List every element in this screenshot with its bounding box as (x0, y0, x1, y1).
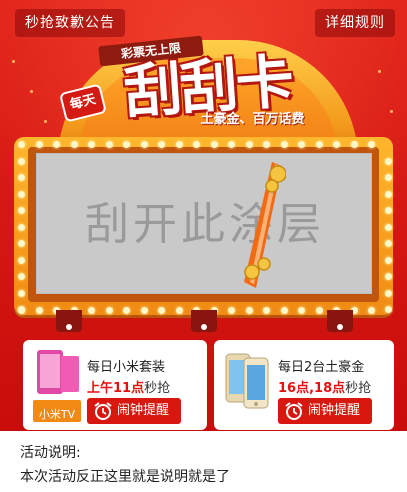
marquee-bulb (385, 157, 392, 165)
description-title: 活动说明: (20, 445, 81, 461)
marquee-bulb (280, 307, 288, 314)
marquee-bulb (18, 256, 25, 264)
xiaomi-tv-label: 小米TV (38, 408, 76, 421)
sparkle (12, 60, 15, 63)
iphone-product-image (225, 353, 269, 409)
marquee-bulb (245, 141, 253, 148)
marquee-bulb (18, 207, 25, 214)
marquee-bulb (385, 207, 392, 214)
marquee-bulb (35, 307, 43, 314)
prize-time: 上午11点秒抢 (87, 377, 170, 396)
prize-time-suffix: 秒抢 (144, 381, 171, 396)
marquee-bulb (105, 307, 113, 314)
marquee-bulb (175, 307, 183, 314)
marquee-bulb (175, 141, 183, 148)
marquee-bulb (280, 141, 288, 148)
marquee-bulb (298, 307, 305, 314)
sparkle (378, 70, 381, 73)
frame-ribbon (327, 310, 353, 332)
sparkle (30, 90, 33, 93)
marquee-bulb (18, 273, 25, 280)
marquee-bulb (18, 157, 25, 165)
marquee-bulb (368, 141, 375, 148)
marquee-bulb (263, 307, 270, 314)
marquee-bulb (158, 307, 165, 314)
frame-ribbon (191, 310, 217, 332)
marquee-bulb (263, 141, 270, 148)
marquee-bulb (298, 141, 305, 148)
prize-time-highlight: 16点,18点 (278, 381, 346, 396)
description-body: 本次活动反正这里就是说明就是了 (20, 469, 230, 485)
marquee-bulb (385, 190, 392, 198)
activity-description: 活动说明: 本次活动反正这里就是说明就是了 (0, 431, 407, 492)
marquee-bulb (35, 141, 43, 148)
prize-title: 每日小米套装 (87, 360, 166, 375)
marquee-bulb (385, 240, 392, 247)
marquee-bulb (228, 141, 235, 148)
sparkle (44, 120, 47, 123)
alarm-reminder-button[interactable]: 闹钟提醒 (87, 398, 181, 424)
marquee-bulb (105, 141, 113, 148)
marquee-bulb (140, 141, 148, 148)
marquee-bulb (18, 306, 25, 313)
marquee-bulb (123, 141, 130, 148)
marquee-bulb (158, 141, 165, 148)
prize-title: 每日2台土豪金 (278, 360, 365, 375)
marquee-bulb (88, 307, 95, 314)
marquee-bulb (18, 240, 25, 247)
marquee-bulb (18, 174, 25, 181)
marquee-bulb (88, 141, 95, 148)
marquee-bulb (385, 223, 392, 231)
marquee-bulb (385, 289, 392, 297)
prize-time-suffix: 秒抢 (345, 381, 372, 396)
scratch-overlay-text: 刮开此涂层 (85, 199, 325, 250)
marquee-bulb (350, 141, 358, 148)
marquee-bulb (385, 306, 392, 313)
marquee-bulb (53, 141, 60, 148)
marquee-bulb (210, 141, 218, 148)
marquee-bulb (18, 223, 25, 231)
alarm-reminder-button[interactable]: 闹钟提醒 (278, 398, 372, 424)
prize-time-highlight: 上午11点 (87, 381, 145, 396)
marquee-bulb (385, 273, 392, 280)
prize-card-xiaomi: 小米TV 每日小米套装 上午11点秒抢 闹钟提醒 (23, 340, 207, 430)
marquee-bulb (333, 141, 340, 148)
marquee-bulb (315, 307, 323, 314)
marquee-bulb (228, 307, 235, 314)
alarm-reminder-label: 闹钟提醒 (117, 403, 170, 418)
marquee-bulb (315, 141, 323, 148)
banner-prizes: 土豪金、百万话费 (200, 112, 305, 127)
alarm-clock-icon (285, 402, 303, 420)
marquee-bulb (140, 307, 148, 314)
marquee-bulb (385, 256, 392, 264)
apology-notice-button[interactable]: 秒抢致歉公告 (15, 9, 125, 37)
marquee-bulb (368, 307, 375, 314)
detailed-rules-button[interactable]: 详细规则 (315, 9, 395, 37)
marquee-bulb (193, 141, 200, 148)
marquee-bulb (18, 190, 25, 198)
scratch-coin-trail-icon (244, 162, 286, 288)
marquee-bulb (18, 289, 25, 297)
scratch-area[interactable]: 刮开此涂层 (36, 153, 372, 294)
alarm-reminder-label: 闹钟提醒 (308, 403, 361, 418)
marquee-bulb (123, 307, 130, 314)
marquee-bulb (18, 141, 25, 148)
marquee-bulb (385, 174, 392, 181)
frame-ribbon (56, 310, 82, 332)
marquee-bulb (70, 141, 78, 148)
sparkle (390, 110, 393, 113)
alarm-clock-icon (94, 402, 112, 420)
prize-time: 16点,18点秒抢 (278, 377, 371, 396)
prize-card-iphone: 每日2台土豪金 16点,18点秒抢 闹钟提醒 (214, 340, 394, 430)
marquee-bulb (245, 307, 253, 314)
